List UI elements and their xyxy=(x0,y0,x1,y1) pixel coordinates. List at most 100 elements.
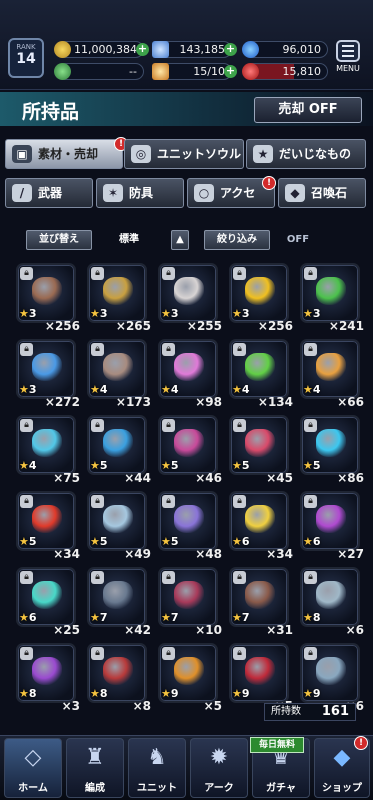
lock-icon[interactable]: 🔒︎ xyxy=(91,343,104,356)
lock-icon[interactable]: 🔒︎ xyxy=(91,495,104,508)
lock-icon[interactable]: 🔒︎ xyxy=(304,267,317,280)
material-icon xyxy=(316,429,346,457)
material-item[interactable]: 🔒︎ ★6 xyxy=(16,567,76,627)
lock-icon[interactable]: 🔒︎ xyxy=(162,495,175,508)
nav-party[interactable]: ♜ 編成 xyxy=(66,738,124,798)
lock-icon[interactable]: 🔒︎ xyxy=(20,267,33,280)
material-item[interactable]: 🔒︎ ★6 xyxy=(300,491,360,551)
lock-icon[interactable]: 🔒︎ xyxy=(91,647,104,660)
item-count: ×256 xyxy=(257,319,293,333)
hamburger-icon xyxy=(336,40,360,62)
material-item[interactable]: 🔒︎ ★5 xyxy=(87,491,147,551)
material-item[interactable]: 🔒︎ ★3 xyxy=(16,263,76,323)
material-item[interactable]: 🔒︎ ★8 xyxy=(87,643,147,703)
lapis-counter[interactable]: 143,185 + xyxy=(152,41,237,58)
sort-order-toggle[interactable]: ▲ xyxy=(171,230,189,250)
add-gil-button[interactable]: + xyxy=(136,43,149,56)
tab-key-items[interactable]: ★ だいじなもの xyxy=(246,139,366,169)
material-icon xyxy=(174,505,204,533)
material-icon xyxy=(32,277,62,305)
material-item[interactable]: 🔒︎ ★5 xyxy=(229,415,289,475)
lapis-crystal-icon xyxy=(152,41,169,58)
material-item[interactable]: 🔒︎ ★3 xyxy=(87,263,147,323)
tab-armor[interactable]: ✶ 防具 xyxy=(96,178,184,208)
lock-icon[interactable]: 🔒︎ xyxy=(304,343,317,356)
material-item[interactable]: 🔒︎ ★7 xyxy=(158,567,218,627)
sell-toggle-button[interactable]: 売却 OFF xyxy=(254,97,362,123)
material-item[interactable]: 🔒︎ ★5 xyxy=(158,415,218,475)
lock-icon[interactable]: 🔒︎ xyxy=(233,571,246,584)
lock-icon[interactable]: 🔒︎ xyxy=(304,419,317,432)
lock-icon[interactable]: 🔒︎ xyxy=(91,571,104,584)
material-item[interactable]: 🔒︎ ★9 xyxy=(229,643,289,703)
material-icon xyxy=(103,429,133,457)
lock-icon[interactable]: 🔒︎ xyxy=(20,571,33,584)
lock-icon[interactable]: 🔒︎ xyxy=(20,647,33,660)
gil-counter[interactable]: 11,000,384 + xyxy=(54,41,149,58)
material-item[interactable]: 🔒︎ ★5 xyxy=(158,491,218,551)
page-title: 所持品 xyxy=(22,101,80,123)
material-item[interactable]: 🔒︎ ★3 xyxy=(16,339,76,399)
lock-icon[interactable]: 🔒︎ xyxy=(233,343,246,356)
lock-icon[interactable]: 🔒︎ xyxy=(91,419,104,432)
material-icon xyxy=(32,505,62,533)
lock-icon[interactable]: 🔒︎ xyxy=(233,495,246,508)
material-item[interactable]: 🔒︎ ★5 xyxy=(87,415,147,475)
material-item[interactable]: 🔒︎ ★4 xyxy=(300,339,360,399)
material-item[interactable]: 🔒︎ ★3 xyxy=(300,263,360,323)
material-item[interactable]: 🔒︎ ★4 xyxy=(87,339,147,399)
soul-icon: ◎ xyxy=(131,145,151,163)
material-item[interactable]: 🔒︎ ★8 xyxy=(16,643,76,703)
material-icon xyxy=(316,657,346,685)
lock-icon[interactable]: 🔒︎ xyxy=(233,647,246,660)
lock-icon[interactable]: 🔒︎ xyxy=(304,495,317,508)
material-item[interactable]: 🔒︎ ★4 xyxy=(16,415,76,475)
material-item[interactable]: 🔒︎ ★5 xyxy=(300,415,360,475)
lock-icon[interactable]: 🔒︎ xyxy=(304,571,317,584)
material-item[interactable]: 🔒︎ ★9 xyxy=(300,643,360,703)
material-icon xyxy=(245,277,275,305)
bag-icon: ▣ xyxy=(12,145,32,163)
sort-button[interactable]: 並び替え xyxy=(26,230,92,250)
material-item[interactable]: 🔒︎ ★7 xyxy=(229,567,289,627)
tab-materials[interactable]: ▣ 素材・売却 ! xyxy=(5,137,128,169)
material-item[interactable]: 🔒︎ ★4 xyxy=(158,339,218,399)
tab-accessories[interactable]: ○ アクセ ! xyxy=(187,176,276,208)
lock-icon[interactable]: 🔒︎ xyxy=(162,647,175,660)
add-lapis-button[interactable]: + xyxy=(224,43,237,56)
material-icon xyxy=(316,505,346,533)
lock-icon[interactable]: 🔒︎ xyxy=(162,571,175,584)
material-item[interactable]: 🔒︎ ★8 xyxy=(300,567,360,627)
energy-orb-icon xyxy=(242,41,259,58)
tab-unit-soul[interactable]: ◎ ユニットソウル xyxy=(124,139,244,169)
lock-icon[interactable]: 🔒︎ xyxy=(162,267,175,280)
material-item[interactable]: 🔒︎ ★4 xyxy=(229,339,289,399)
lock-icon[interactable]: 🔒︎ xyxy=(233,419,246,432)
add-capacity-button[interactable]: + xyxy=(224,65,237,78)
tab-summon-stones[interactable]: ◆ 召喚石 xyxy=(278,178,366,208)
tab-weapons[interactable]: / 武器 xyxy=(5,178,93,208)
material-item[interactable]: 🔒︎ ★9 xyxy=(158,643,218,703)
nav-ark[interactable]: ✹ アーク xyxy=(190,738,248,798)
lock-icon[interactable]: 🔒︎ xyxy=(162,419,175,432)
material-icon xyxy=(245,505,275,533)
lock-icon[interactable]: 🔒︎ xyxy=(20,419,33,432)
unit-icon: ♞ xyxy=(147,745,167,770)
owned-count-label: 所持数 xyxy=(271,706,301,717)
nav-unit[interactable]: ♞ ユニット xyxy=(128,738,186,798)
menu-button[interactable]: MENU xyxy=(333,40,363,78)
filter-button[interactable]: 絞り込み xyxy=(204,230,270,250)
nav-home[interactable]: ◇ ホーム xyxy=(4,738,62,798)
lock-icon[interactable]: 🔒︎ xyxy=(233,267,246,280)
material-item[interactable]: 🔒︎ ★3 xyxy=(229,263,289,323)
lock-icon[interactable]: 🔒︎ xyxy=(162,343,175,356)
material-item[interactable]: 🔒︎ ★3 xyxy=(158,263,218,323)
lock-icon[interactable]: 🔒︎ xyxy=(304,647,317,660)
material-item[interactable]: 🔒︎ ★7 xyxy=(87,567,147,627)
material-item[interactable]: 🔒︎ ★6 xyxy=(229,491,289,551)
lock-icon[interactable]: 🔒︎ xyxy=(91,267,104,280)
lock-icon[interactable]: 🔒︎ xyxy=(20,495,33,508)
lock-icon[interactable]: 🔒︎ xyxy=(20,343,33,356)
material-item[interactable]: 🔒︎ ★5 xyxy=(16,491,76,551)
material-icon xyxy=(103,505,133,533)
